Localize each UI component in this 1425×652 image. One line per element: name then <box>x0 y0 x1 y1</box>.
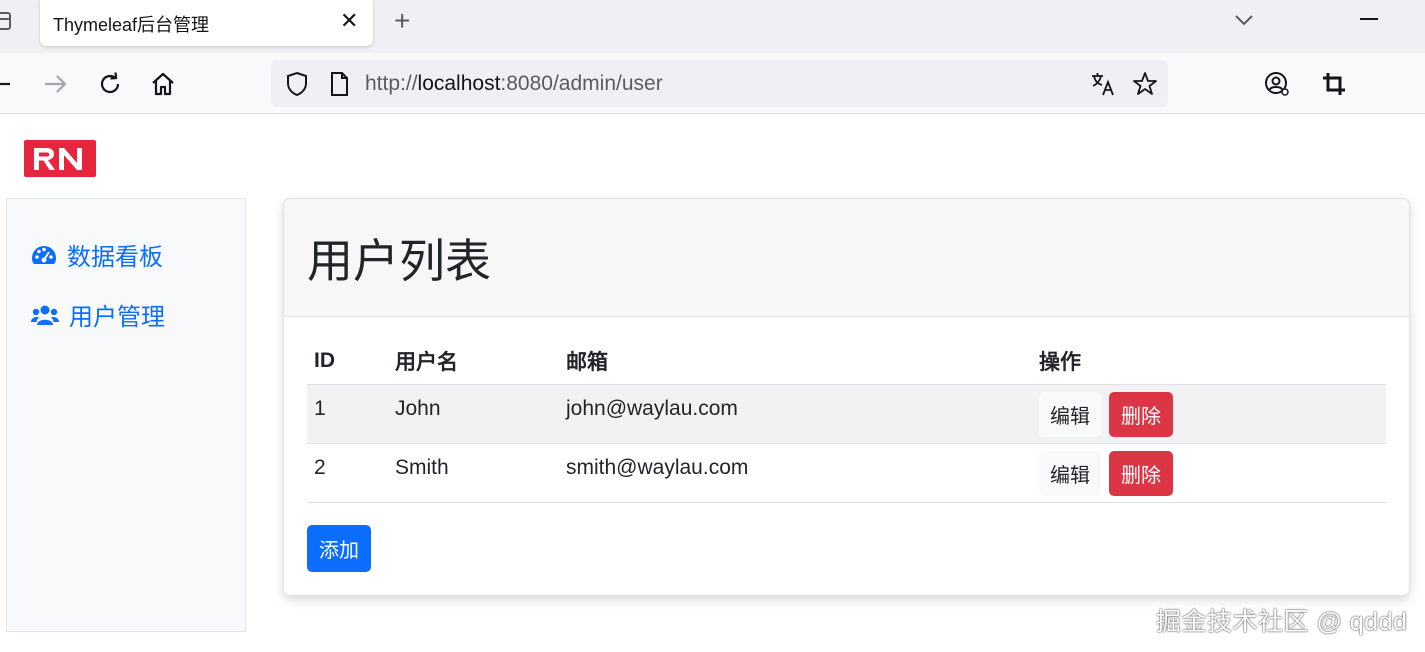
rn-logo-mark <box>34 148 82 170</box>
forward-arrow-icon[interactable] <box>42 70 70 98</box>
delete-button[interactable]: 删除 <box>1109 391 1173 437</box>
bookmark-star-icon[interactable] <box>1131 70 1159 98</box>
cell-username: Smith <box>388 443 559 503</box>
user-table: ID 用户名 邮箱 操作 1 John john@waylau.com 编辑 删除… <box>307 339 1386 503</box>
cell-id: 1 <box>307 384 388 444</box>
brand-logo <box>24 140 96 177</box>
close-tab-icon[interactable]: ✕ <box>340 8 358 34</box>
url-prefix: http:// <box>365 72 418 95</box>
sidebar-item-label: 用户管理 <box>69 304 165 331</box>
new-tab-icon[interactable]: + <box>394 5 410 37</box>
table-row: 2 Smith smith@waylau.com 编辑 删除 <box>307 443 1386 503</box>
sidebar-item-label: 数据看板 <box>67 244 163 271</box>
url-path: :8080/admin/user <box>500 72 663 95</box>
delete-button[interactable]: 删除 <box>1109 450 1173 496</box>
back-arrow-icon[interactable] <box>0 70 20 98</box>
page-title: 用户列表 <box>307 235 491 287</box>
users-icon <box>31 305 59 325</box>
account-icon[interactable] <box>1263 70 1291 98</box>
chevron-down-icon[interactable] <box>1232 8 1256 32</box>
table-header-row: ID 用户名 邮箱 操作 <box>307 339 1386 385</box>
watermark-text: 掘金技术社区 @ qddd <box>1156 608 1408 636</box>
translate-icon[interactable] <box>1089 70 1117 98</box>
browser-tab-active[interactable]: Thymeleaf后台管理 ✕ <box>40 0 373 46</box>
reload-icon[interactable] <box>96 70 124 98</box>
add-user-button[interactable]: 添加 <box>307 525 371 572</box>
user-list-card: 用户列表 ID 用户名 邮箱 操作 1 John john@waylau.com… <box>283 198 1410 596</box>
column-header-actions: 操作 <box>1032 339 1386 385</box>
home-icon[interactable] <box>149 70 177 98</box>
tab-groups-icon[interactable] <box>0 10 14 32</box>
tab-title: Thymeleaf后台管理 <box>53 15 210 35</box>
column-header-username: 用户名 <box>388 339 559 385</box>
sidebar-item-dashboard[interactable]: 数据看板 <box>31 237 163 272</box>
page-info-icon[interactable] <box>325 70 353 98</box>
sidebar: 数据看板 用户管理 <box>6 198 246 632</box>
url-text[interactable]: http://localhost:8080/admin/user <box>365 72 663 96</box>
cell-email: john@waylau.com <box>559 384 1032 444</box>
card-header: 用户列表 <box>284 199 1409 317</box>
tachometer-icon <box>32 245 56 264</box>
cell-id: 2 <box>307 443 388 503</box>
column-header-id: ID <box>307 339 388 385</box>
table-row: 1 John john@waylau.com 编辑 删除 <box>307 384 1386 444</box>
url-bar[interactable]: http://localhost:8080/admin/user <box>271 60 1168 107</box>
edit-button[interactable]: 编辑 <box>1039 391 1101 437</box>
sidebar-item-user-management[interactable]: 用户管理 <box>31 297 165 332</box>
cell-actions: 编辑 删除 <box>1032 443 1386 503</box>
column-header-email: 邮箱 <box>559 339 1032 385</box>
shield-icon[interactable] <box>283 70 311 98</box>
cell-email: smith@waylau.com <box>559 443 1032 503</box>
url-host: localhost <box>417 72 501 95</box>
cell-actions: 编辑 删除 <box>1032 384 1386 444</box>
browser-tab-strip: Thymeleaf后台管理 ✕ + <box>0 0 1425 53</box>
browser-nav-bar: http://localhost:8080/admin/user <box>0 53 1425 114</box>
crop-extension-icon[interactable] <box>1320 70 1348 98</box>
minimize-window-icon[interactable] <box>1360 18 1378 20</box>
edit-button[interactable]: 编辑 <box>1039 450 1101 496</box>
cell-username: John <box>388 384 559 444</box>
